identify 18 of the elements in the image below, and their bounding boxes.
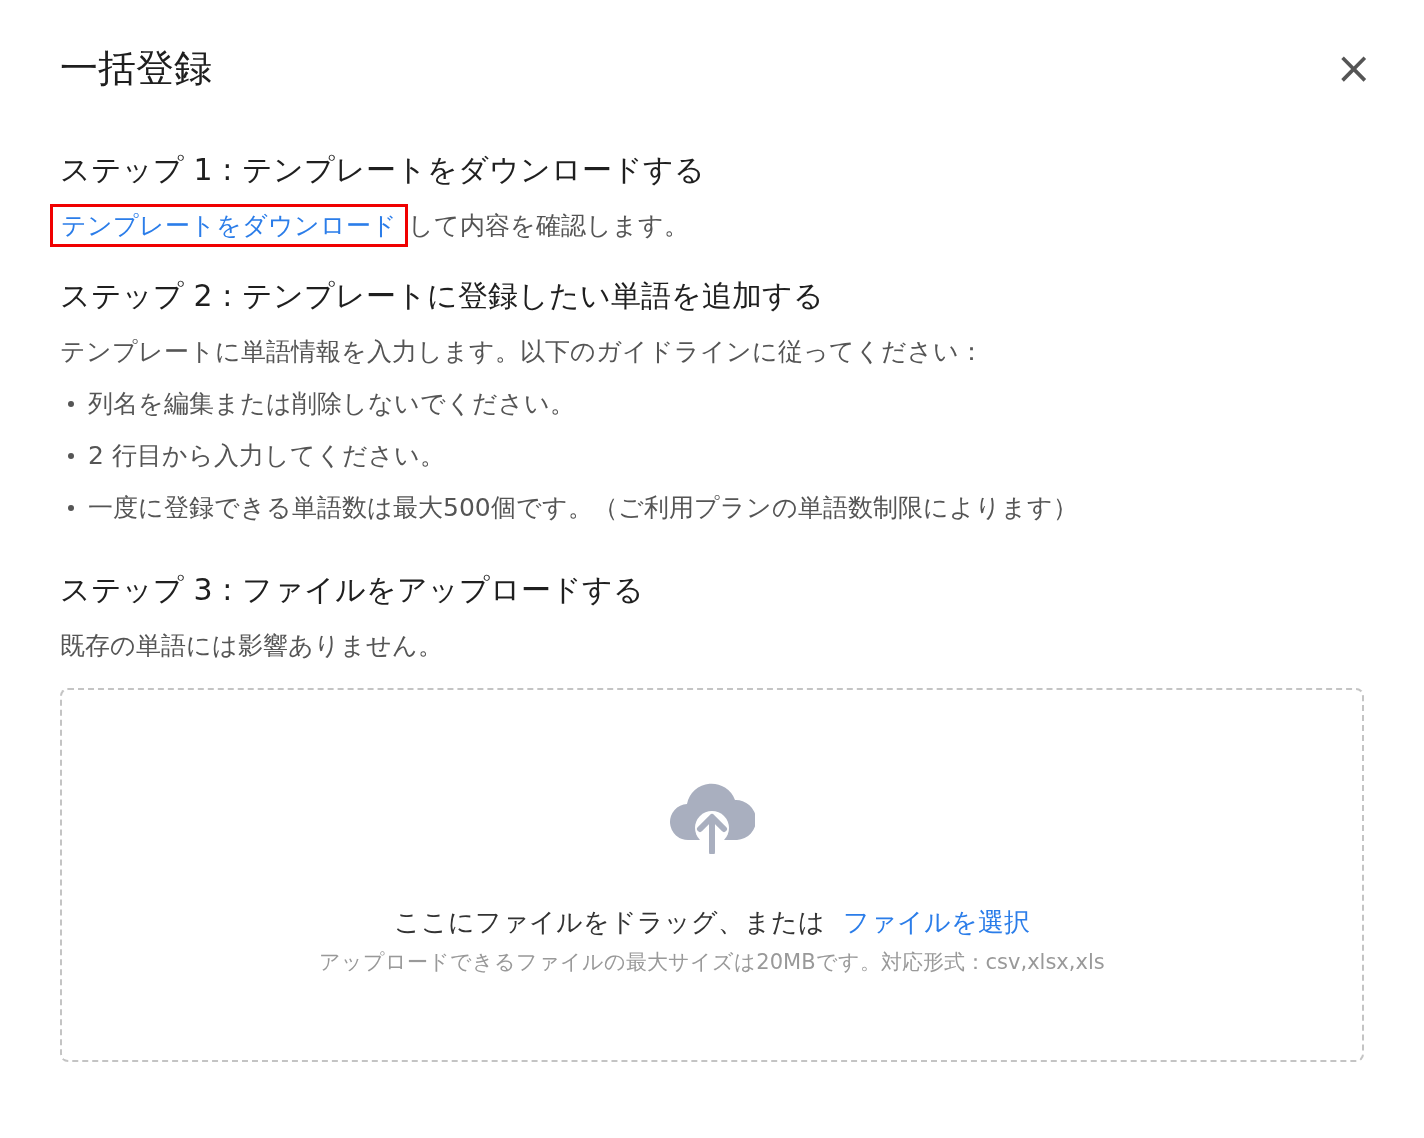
guideline-text: 2 行目から入力してください。 — [88, 440, 445, 472]
step-description: 既存の単語には影響ありません。 — [60, 630, 444, 662]
close-button[interactable]: × — [1335, 46, 1372, 90]
drop-prompt: ここにファイルをドラッグ、または — [394, 906, 825, 939]
bullet-icon — [68, 401, 74, 407]
guideline-text: 列名を編集または削除しないでください。 — [88, 388, 575, 420]
dialog-title: 一括登録 — [60, 45, 212, 92]
guideline-text: 一度に登録できる単語数は最大500個です。（ご利用プランの単語数制限によります） — [88, 492, 1078, 524]
step-heading: ステップ 1 : テンプレートをダウンロードする — [60, 151, 706, 189]
bullet-icon — [68, 453, 74, 459]
bullet-icon — [68, 505, 74, 511]
upload-dropzone[interactable]: ここにファイルをドラッグ、または ファイルを選択 アップロードできるファイルの最大サイズは20MBです。対応形式：csv,xlsx,xls — [60, 688, 1364, 1062]
step-heading: ステップ 3 : ファイルをアップロードする — [60, 571, 645, 609]
download-template-link[interactable]: テンプレートをダウンロード — [50, 204, 408, 247]
select-file-link[interactable]: ファイルを選択 — [843, 902, 1030, 942]
step-heading: ステップ 2 : テンプレートに登録したい単語を追加する — [60, 277, 825, 315]
upload-hint: アップロードできるファイルの最大サイズは20MBです。対応形式：csv,xlsx,xls — [319, 949, 1105, 976]
step-description: テンプレートに単語情報を入力します。以下のガイドラインに従ってください： — [60, 336, 985, 368]
